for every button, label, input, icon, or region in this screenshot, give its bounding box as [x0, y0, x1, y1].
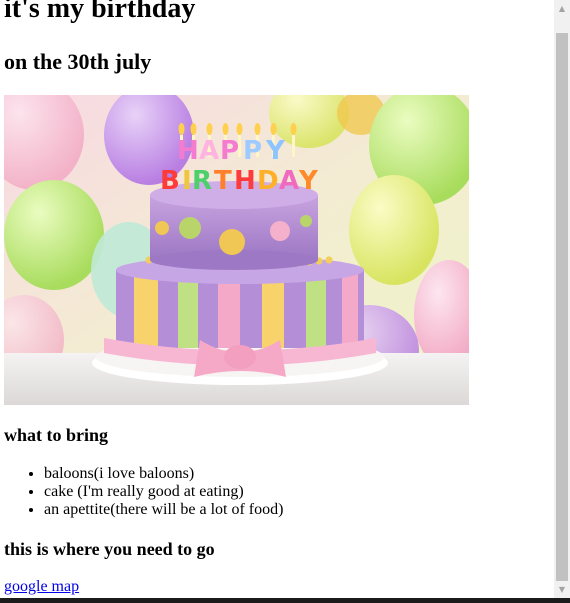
bottom-edge-bar [0, 598, 570, 603]
cake-topper-letter: P [220, 136, 239, 166]
cake-topper-letter: Y [298, 166, 319, 196]
bring-list: baloons(i love baloons) cake (I'm really… [4, 465, 283, 519]
cake-topper-letter: I [182, 166, 192, 196]
scroll-down-icon[interactable]: ▼ [554, 581, 570, 598]
cake-topper-letter: T [214, 166, 232, 196]
list-item: an apettite(there will be a lot of food) [44, 501, 283, 519]
cake-topper-letter: A [199, 136, 219, 166]
cake-topper-letter: R [192, 166, 212, 196]
scroll-up-icon[interactable]: ▲ [554, 0, 570, 17]
birthday-cake-image: H A P P Y B I R T H D A Y [4, 95, 469, 405]
directions-heading: this is where you need to go [4, 539, 215, 559]
list-item: cake (I'm really good at eating) [44, 483, 283, 501]
vertical-scrollbar[interactable]: ▲ ▼ [554, 0, 570, 598]
scroll-thumb[interactable] [556, 33, 568, 581]
cake-topper-letter: B [160, 166, 180, 196]
cake-topper-letter: D [257, 166, 279, 196]
list-item: baloons(i love baloons) [44, 465, 283, 483]
what-to-bring-heading: what to bring [4, 425, 109, 445]
birthday-cake-illustration: H A P P Y B I R T H D A Y [4, 95, 469, 405]
cake-topper-letter: H [234, 166, 256, 196]
page-subtitle: on the 30th july [4, 49, 152, 74]
cake-topper-letter: H [177, 136, 199, 166]
cake-topper-letter: Y [265, 136, 286, 166]
page-viewport: it's my birthday on the 30th july H A P … [0, 0, 554, 598]
google-map-link[interactable]: google map [4, 577, 79, 597]
cake-topper-letter: A [279, 166, 299, 196]
cake-topper-letter: P [243, 136, 262, 166]
page-title: it's my birthday [4, 0, 196, 24]
